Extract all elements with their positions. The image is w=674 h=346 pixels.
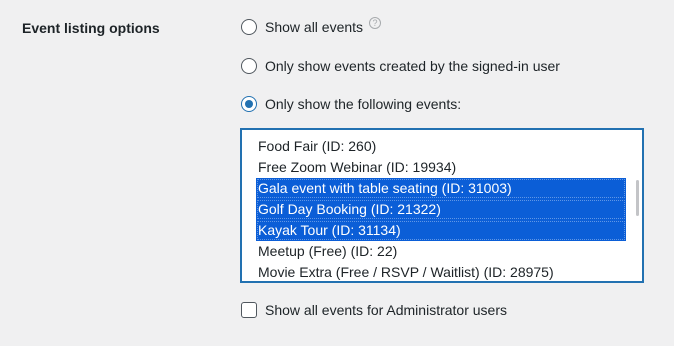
- show-all-events-radio[interactable]: [241, 19, 257, 35]
- following-events-option[interactable]: Only show the following events:: [241, 96, 461, 112]
- following-events-radio[interactable]: [241, 96, 257, 112]
- list-item-gala-event[interactable]: Gala event with table seating (ID: 31003…: [256, 178, 626, 199]
- admin-all-events-option[interactable]: Show all events for Administrator users: [241, 302, 507, 318]
- own-events-radio[interactable]: [241, 58, 257, 74]
- list-item-free-zoom-webinar[interactable]: Free Zoom Webinar (ID: 19934): [242, 157, 626, 178]
- own-events-label[interactable]: Only show events created by the signed-i…: [265, 58, 560, 74]
- listbox-scrollbar[interactable]: [636, 180, 639, 216]
- events-listbox[interactable]: Food Fair (ID: 260) Free Zoom Webinar (I…: [240, 128, 644, 283]
- list-item-kayak-tour[interactable]: Kayak Tour (ID: 31134): [256, 220, 626, 241]
- list-item-food-fair[interactable]: Food Fair (ID: 260): [242, 136, 626, 157]
- show-all-events-label[interactable]: Show all events: [265, 19, 363, 35]
- list-item-movie-extra[interactable]: Movie Extra (Free / RSVP / Waitlist) (ID…: [242, 262, 626, 281]
- event-listing-options-label: Event listing options: [22, 20, 160, 36]
- show-all-events-option[interactable]: Show all events ?: [241, 17, 382, 35]
- admin-all-events-checkbox[interactable]: [241, 302, 257, 318]
- following-events-label[interactable]: Only show the following events:: [265, 96, 461, 112]
- admin-all-events-label[interactable]: Show all events for Administrator users: [265, 302, 507, 318]
- own-events-option[interactable]: Only show events created by the signed-i…: [241, 58, 560, 74]
- list-item-meetup[interactable]: Meetup (Free) (ID: 22): [242, 241, 626, 262]
- list-item-golf-day-booking[interactable]: Golf Day Booking (ID: 21322): [256, 199, 626, 220]
- help-icon[interactable]: ?: [369, 17, 382, 29]
